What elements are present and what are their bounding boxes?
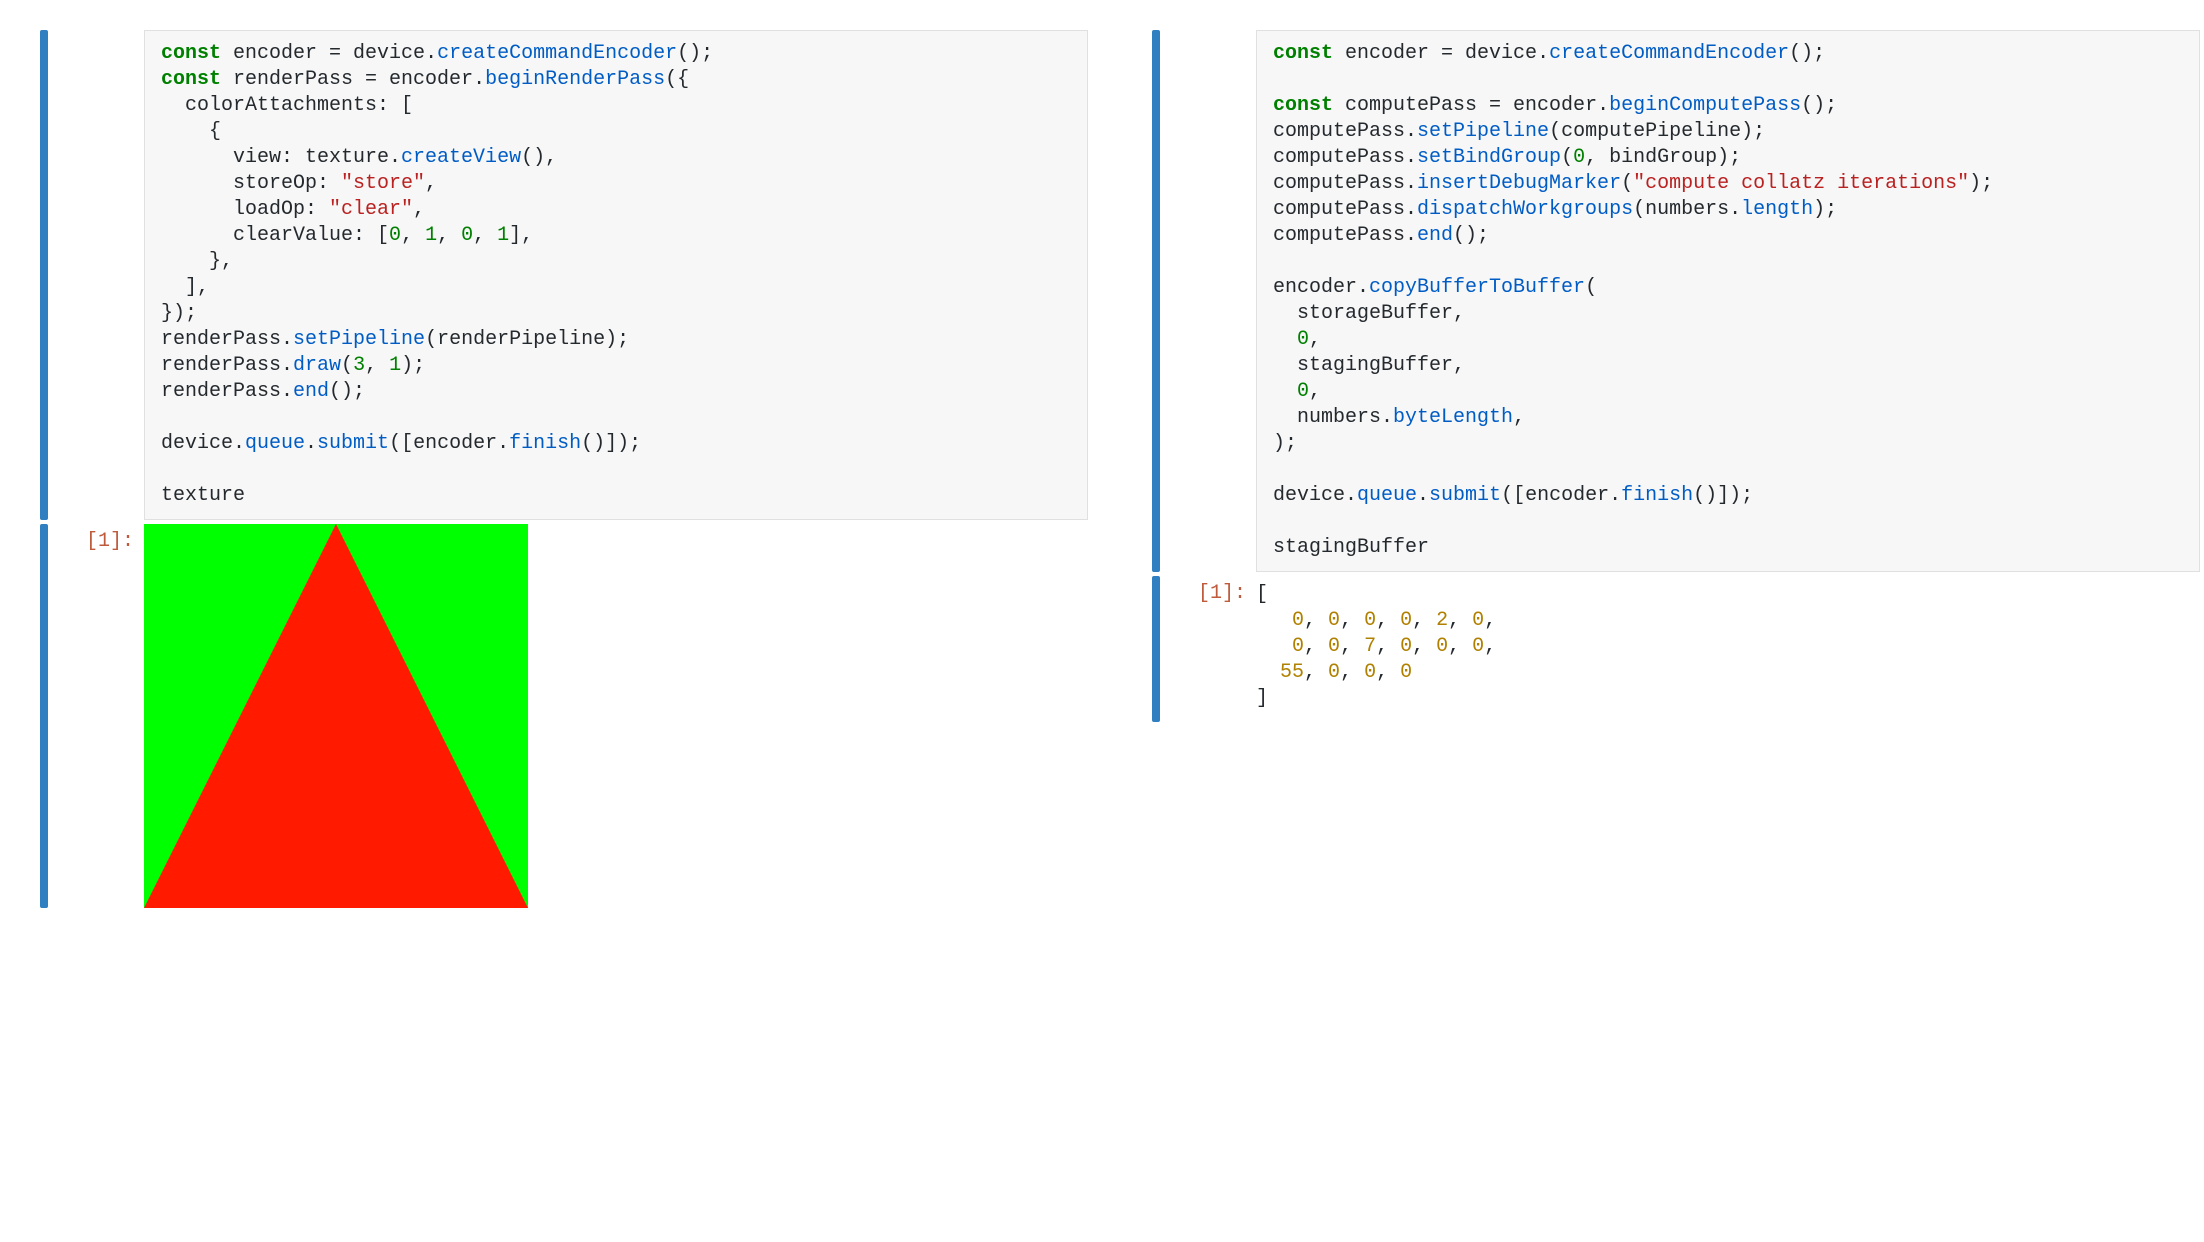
right-column: [ ]: const encoder = device.createComman… xyxy=(1112,30,2200,912)
cell-marker-icon xyxy=(1152,30,1160,572)
right-output-cell: [1]: [ 0, 0, 0, 0, 2, 0, 0, 0, 7, 0, 0, … xyxy=(1112,576,2200,722)
left-output-cell: [1]: xyxy=(0,524,1088,908)
cell-marker-icon xyxy=(40,524,48,908)
output-prompt: [1]: xyxy=(1160,576,1256,722)
code-content: const encoder = device.createCommandEnco… xyxy=(161,41,1071,509)
code-editor-left[interactable]: const encoder = device.createCommandEnco… xyxy=(144,30,1088,520)
input-prompt: [ ]: xyxy=(1160,30,1256,572)
rendered-texture-output xyxy=(144,524,528,908)
left-input-cell: [ ]: const encoder = device.createComman… xyxy=(0,30,1088,520)
code-editor-right[interactable]: const encoder = device.createCommandEnco… xyxy=(1256,30,2200,572)
left-column: [ ]: const encoder = device.createComman… xyxy=(0,30,1088,912)
cell-marker-icon xyxy=(40,30,48,520)
buffer-output: [ 0, 0, 0, 0, 2, 0, 0, 0, 7, 0, 0, 0, 55… xyxy=(1256,576,2200,722)
output-prompt: [1]: xyxy=(48,524,144,908)
code-content: const encoder = device.createCommandEnco… xyxy=(1273,41,2183,561)
output-content: [ 0, 0, 0, 0, 2, 0, 0, 0, 7, 0, 0, 0, 55… xyxy=(1256,582,2184,712)
right-input-cell: [ ]: const encoder = device.createComman… xyxy=(1112,30,2200,572)
cell-marker-icon xyxy=(1152,576,1160,722)
input-prompt: [ ]: xyxy=(48,30,144,520)
two-column-layout: [ ]: const encoder = device.createComman… xyxy=(0,0,2204,912)
